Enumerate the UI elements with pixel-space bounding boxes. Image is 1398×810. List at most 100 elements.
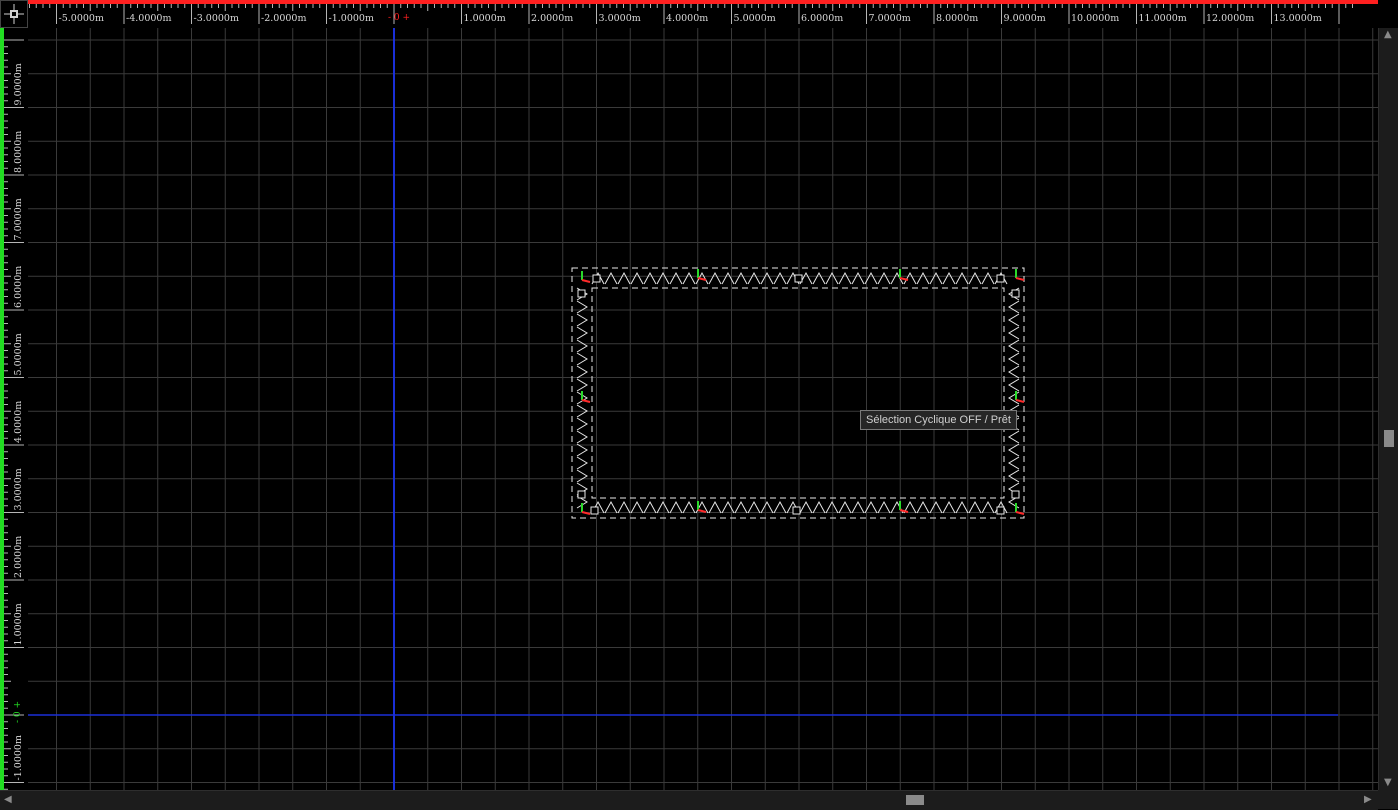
truss-inner-outline[interactable] [591,287,1005,499]
truss-lacing-right [1008,378,1020,392]
truss-lacing-top [955,271,969,285]
vertical-ruler[interactable]: 9.0000m 8.0000m 7.0000m 6.0000m 5.0000m 4.000… [0,28,28,790]
truss-lacing-top [682,271,696,285]
scrollbar-corner [1378,790,1398,809]
truss-node-box[interactable] [996,506,1005,515]
truss-node-box[interactable] [1011,490,1020,499]
ruler-x-label: 7.0000m [869,13,911,24]
truss-node-box[interactable] [590,506,599,515]
arrow-down-icon[interactable]: ▼ [1384,778,1392,788]
ruler-y-label: 4.0000m [13,401,24,443]
ruler-y-label: 9.0000m [13,63,24,105]
truss-lacing-right [1008,339,1020,353]
truss-lacing-left [576,326,588,340]
drawing-canvas[interactable] [28,28,1378,790]
truss-lacing-left [576,469,588,483]
ruler-y-axis-bar [0,28,4,790]
arrow-left-icon[interactable]: ◀ [4,795,12,805]
truss-lacing-bottom [682,500,696,514]
ruler-y-label: 3.0000m [13,468,24,510]
truss-node-box[interactable] [794,274,803,283]
truss-lacing-right [1008,430,1020,444]
ruler-corner[interactable] [0,0,28,28]
crosshair-icon[interactable] [0,0,28,28]
truss-lacing-right [1008,443,1020,457]
truss-lacing-top [643,271,657,285]
truss-lacing-left [576,365,588,379]
truss-lacing-top [812,271,826,285]
truss-lacing-bottom [968,500,982,514]
truss-lacing-top [669,271,683,285]
truss-axis-marker-red [899,509,909,513]
ruler-x-label: -4.0000m [126,13,171,24]
truss-lacing-right [1008,352,1020,366]
truss-lacing-bottom [981,500,995,514]
ruler-x-label: 11.0000m [1139,13,1187,24]
truss-lacing-left [576,430,588,444]
truss-lacing-bottom [877,500,891,514]
truss-node-box[interactable] [577,289,586,298]
truss-lacing-bottom [669,500,683,514]
truss-lacing-bottom [760,500,774,514]
ruler-x-origin-label: - 0 + [388,13,410,23]
arrow-right-icon[interactable]: ▶ [1364,795,1372,805]
ruler-x-label: 4.0000m [666,13,708,24]
ruler-x-label: 2.0000m [531,13,573,24]
truss-lacing-top [942,271,956,285]
truss-axis-marker-red [581,399,591,403]
truss-lacing-bottom [604,500,618,514]
truss-lacing-left [576,417,588,431]
ruler-x-label: 13.0000m [1274,13,1322,24]
truss-lacing-top [773,271,787,285]
truss-axis-marker-red [1015,277,1025,281]
truss-lacing-left [576,456,588,470]
ruler-x-label: 1.0000m [464,13,506,24]
arrow-up-icon[interactable]: ▲ [1384,30,1392,40]
truss-lacing-top [656,271,670,285]
truss-lacing-bottom [721,500,735,514]
truss-lacing-top [708,271,722,285]
ruler-x-label: 3.0000m [599,13,641,24]
ruler-x-label: 8.0000m [936,13,978,24]
vertical-scroll-thumb[interactable] [1384,430,1394,447]
truss-node-box[interactable] [577,490,586,499]
horizontal-scrollbar[interactable]: ◀ ▶ [0,790,1378,810]
truss-outer-outline[interactable] [571,267,1025,519]
truss-lacing-bottom [812,500,826,514]
truss-lacing-bottom [929,500,943,514]
truss-lacing-bottom [734,500,748,514]
ruler-x-label: 5.0000m [734,13,776,24]
truss-axis-marker-red [581,279,591,283]
ruler-x-label: 10.0000m [1071,13,1119,24]
vertical-scrollbar[interactable]: ▲ ▼ [1378,28,1398,790]
ruler-x-label: -5.0000m [59,13,104,24]
truss-lacing-bottom [890,500,904,514]
truss-lacing-bottom [656,500,670,514]
truss-axis-marker-red [697,509,707,513]
ruler-y-label: 7.0000m [13,198,24,240]
truss-node-box[interactable] [592,274,601,283]
ruler-y-label: 5.0000m [13,333,24,375]
truss-lacing-right [1008,300,1020,314]
truss-lacing-bottom [955,500,969,514]
truss-lacing-top [630,271,644,285]
truss-lacing-left [576,352,588,366]
truss-lacing-top [877,271,891,285]
horizontal-ruler[interactable]: -5.0000m -4.0000m -3.0000m -2.0000m -1.0000m… [28,0,1378,28]
truss-lacing-top [604,271,618,285]
truss-lacing-top [760,271,774,285]
truss-frame[interactable] [571,267,1025,519]
horizontal-scroll-thumb[interactable] [906,795,924,805]
cad-viewport[interactable]: -5.0000m -4.0000m -3.0000m -2.0000m -1.0000m… [0,0,1398,810]
ruler-y-label: 8.0000m [13,131,24,173]
truss-lacing-right [1008,326,1020,340]
truss-node-box[interactable] [792,506,801,515]
ruler-y-label: 1.0000m [13,603,24,645]
truss-node-box[interactable] [996,274,1005,283]
truss-lacing-bottom [838,500,852,514]
truss-lacing-bottom [617,500,631,514]
truss-lacing-top [734,271,748,285]
truss-axis-marker-red [1015,399,1025,403]
truss-node-box[interactable] [1011,289,1020,298]
truss-lacing-top [617,271,631,285]
